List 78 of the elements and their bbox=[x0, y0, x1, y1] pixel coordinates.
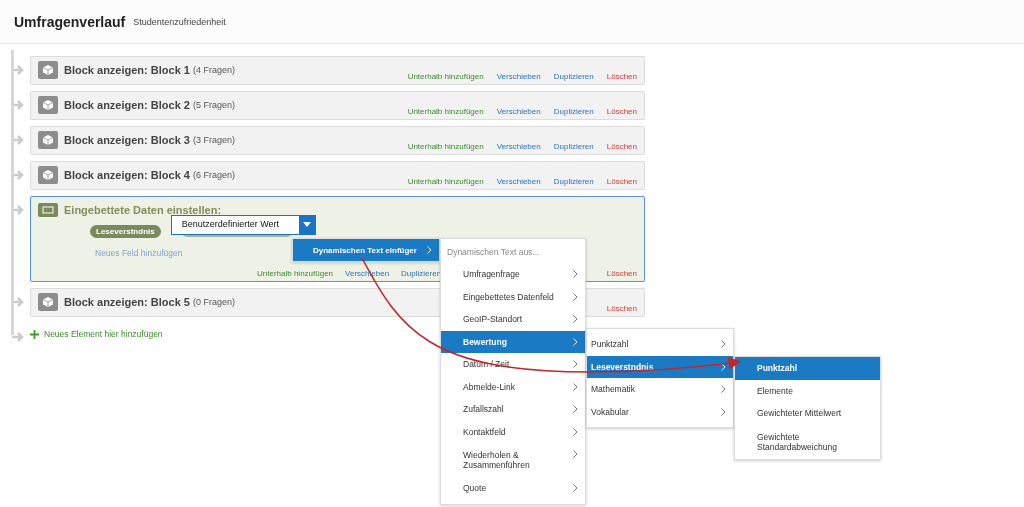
action-link[interactable]: Unterhalb hinzufügen bbox=[407, 107, 484, 116]
action-link[interactable]: Duplizieren bbox=[553, 107, 594, 116]
action-link[interactable]: Löschen bbox=[606, 107, 637, 116]
chevron-right-icon bbox=[573, 427, 578, 436]
chevron-right-icon bbox=[721, 407, 726, 416]
cube-icon bbox=[38, 61, 58, 79]
action-link[interactable]: Verschieben bbox=[496, 107, 541, 116]
menu-item[interactable]: Mathematik bbox=[587, 378, 733, 401]
menu-item[interactable]: Umfragenfrage bbox=[441, 263, 585, 286]
embedded-data-icon bbox=[38, 203, 58, 217]
block-title: Block anzeigen: Block 2 bbox=[64, 99, 190, 111]
value-dropdown[interactable]: Benutzerdefinierter Wert bbox=[170, 214, 316, 235]
cube-icon bbox=[38, 131, 58, 149]
cube-icon bbox=[38, 166, 58, 184]
chevron-right-icon bbox=[573, 337, 578, 346]
action-link[interactable]: Löschen bbox=[606, 142, 637, 151]
question-count: (3 Fragen) bbox=[192, 135, 235, 145]
cube-icon bbox=[38, 293, 58, 311]
question-count: (0 Fragen) bbox=[192, 297, 235, 307]
action-link[interactable]: Löschen bbox=[606, 177, 637, 186]
block-title: Block anzeigen: Block 3 bbox=[64, 134, 190, 146]
chevron-right-icon bbox=[573, 270, 578, 278]
chevron-right-icon bbox=[427, 246, 432, 254]
chevron-right-icon bbox=[573, 360, 578, 368]
action-link[interactable]: Löschen bbox=[606, 72, 637, 81]
block-title: Block anzeigen: Block 1 bbox=[64, 64, 190, 76]
chevron-right-icon bbox=[573, 292, 578, 301]
menu-item[interactable]: Abmelde-Link bbox=[441, 375, 585, 398]
action-link[interactable]: Duplizieren bbox=[553, 72, 594, 81]
action-link[interactable]: Duplizieren bbox=[553, 142, 594, 151]
embedded-data-title: Eingebettete Daten einstellen: bbox=[64, 204, 222, 216]
menu-item[interactable]: Leseverstndnis bbox=[587, 355, 733, 378]
menu-item[interactable]: Elemente bbox=[735, 379, 880, 402]
action-link[interactable]: Verschieben bbox=[496, 142, 541, 151]
plus-icon bbox=[30, 329, 39, 339]
page-title: Umfragenverlauf bbox=[14, 13, 126, 30]
question-count: (6 Fragen) bbox=[192, 170, 235, 180]
menu-item[interactable]: Vokabular bbox=[587, 400, 733, 423]
menu-item[interactable]: GeoIP-Standort bbox=[441, 308, 585, 331]
action-link[interactable]: Duplizieren bbox=[401, 269, 442, 278]
action-link[interactable]: Unterhalb hinzufügen bbox=[407, 72, 484, 81]
menu-item[interactable]: Bewertung bbox=[441, 330, 585, 353]
menu-item[interactable]: Eingebettetes Datenfeld bbox=[441, 285, 585, 308]
action-link[interactable]: Unterhalb hinzufügen bbox=[257, 269, 334, 278]
field-tag[interactable]: Leseverstndnis bbox=[90, 225, 161, 238]
block-title: Block anzeigen: Block 4 bbox=[64, 169, 190, 181]
question-count: (5 Fragen) bbox=[192, 100, 235, 110]
cube-icon bbox=[38, 96, 58, 114]
menu-item[interactable]: Punktzahl bbox=[735, 357, 880, 380]
menu-heading: Dynamischen Text aus... bbox=[446, 246, 541, 259]
chevron-right-icon bbox=[721, 362, 726, 371]
chevron-right-icon bbox=[573, 382, 578, 391]
question-count: (4 Fragen) bbox=[192, 65, 235, 75]
chevron-right-icon bbox=[573, 405, 578, 413]
block-title: Block anzeigen: Block 5 bbox=[64, 296, 190, 308]
action-link[interactable]: Verschieben bbox=[496, 72, 541, 81]
chevron-right-icon bbox=[573, 315, 578, 323]
menu-item[interactable]: Quote bbox=[441, 477, 585, 500]
caret-icon bbox=[302, 222, 311, 227]
action-link[interactable]: Unterhalb hinzufügen bbox=[407, 142, 484, 151]
survey-name: Studentenzufriedenheit bbox=[133, 16, 226, 27]
chevron-right-icon bbox=[721, 385, 726, 393]
action-link[interactable]: Löschen bbox=[606, 304, 637, 313]
menu-item[interactable]: Wiederholen & Zusammenführen bbox=[441, 443, 585, 477]
chevron-right-icon bbox=[573, 450, 578, 458]
menu-item[interactable]: Gewichteter Mittelwert bbox=[735, 402, 880, 425]
menu-item[interactable]: Punktzahl bbox=[587, 333, 733, 356]
action-link[interactable]: Verschieben bbox=[496, 177, 541, 186]
chevron-right-icon bbox=[721, 340, 726, 348]
action-link[interactable]: Unterhalb hinzufügen bbox=[407, 177, 484, 186]
menu-item[interactable]: Zufallszahl bbox=[441, 398, 585, 421]
menu-item[interactable]: Kontaktfeld bbox=[441, 420, 585, 443]
chevron-right-icon bbox=[573, 484, 578, 492]
action-link[interactable]: Löschen bbox=[606, 269, 637, 278]
action-link[interactable]: Duplizieren bbox=[553, 177, 594, 186]
menu-item[interactable]: Gewichtete Standardabweichung bbox=[735, 424, 880, 459]
add-element-link[interactable]: Neues Element hier hinzufügen bbox=[30, 329, 163, 339]
menu-item[interactable]: Dynamischen Text einfüger bbox=[293, 239, 439, 261]
